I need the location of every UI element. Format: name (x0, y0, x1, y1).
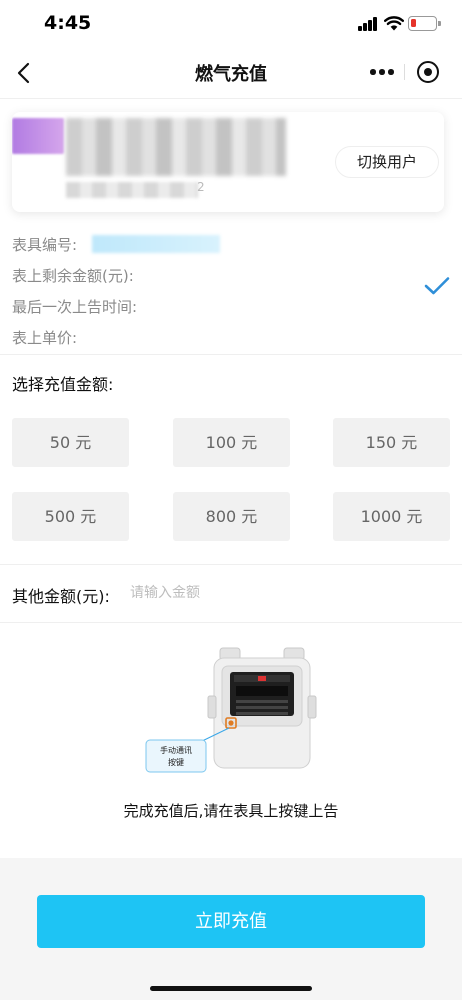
address-tail: 2 (197, 180, 205, 194)
amount-option-800[interactable]: 800 元 (173, 492, 290, 541)
divider (0, 622, 462, 623)
meter-id-label: 表具编号: (12, 236, 78, 254)
user-card: 2 切换用户 (12, 112, 444, 212)
status-bar: 4:45 (0, 0, 462, 48)
avatar (12, 118, 64, 154)
nav-divider (0, 98, 462, 99)
redacted-user-name (66, 118, 286, 176)
capsule-divider (404, 64, 405, 80)
remaining-amount-label: 表上剩余金额(元): (12, 267, 134, 285)
cellular-signal-icon (358, 17, 378, 31)
battery-tip (438, 21, 441, 26)
gas-meter-illustration: 手动通讯 按键 (145, 647, 317, 773)
wifi-icon (384, 16, 404, 31)
meter-info: 表具编号: 表上剩余金额(元): 最后一次上告时间: 表上单价: (12, 234, 432, 358)
report-instruction: 完成充值后,请在表具上按键上告 (123, 802, 339, 820)
amount-option-500[interactable]: 500 元 (12, 492, 129, 541)
amount-option-1000[interactable]: 1000 元 (333, 492, 450, 541)
meter-id-row: 表具编号: (12, 234, 432, 265)
divider (0, 564, 462, 565)
divider (0, 354, 462, 355)
miniprogram-capsule (360, 56, 448, 88)
other-amount-label: 其他金额(元): (12, 587, 110, 606)
last-report-row: 最后一次上告时间: (12, 296, 432, 327)
callout-text-1: 手动通讯 (160, 745, 192, 755)
switch-user-button[interactable]: 切换用户 (335, 146, 439, 178)
battery-level (411, 19, 416, 27)
close-miniprogram-icon[interactable] (417, 61, 439, 83)
home-indicator (150, 986, 312, 991)
amount-option-100[interactable]: 100 元 (173, 418, 290, 467)
more-dots-icon[interactable] (370, 69, 394, 75)
check-icon (424, 277, 450, 295)
redacted-user-address (66, 182, 198, 198)
remaining-amount-row: 表上剩余金额(元): (12, 265, 432, 296)
nav-bar: 燃气充值 (0, 48, 462, 98)
select-amount-label: 选择充值金额: (12, 375, 114, 394)
recharge-now-button[interactable]: 立即充值 (37, 895, 425, 948)
amount-option-150[interactable]: 150 元 (333, 418, 450, 467)
other-amount-input[interactable] (130, 580, 430, 606)
last-report-label: 最后一次上告时间: (12, 298, 138, 316)
redacted-meter-id (92, 235, 220, 253)
amount-option-50[interactable]: 50 元 (12, 418, 129, 467)
status-time: 4:45 (44, 12, 92, 34)
unit-price-label: 表上单价: (12, 329, 78, 347)
battery-icon (408, 16, 437, 31)
callout-text-2: 按键 (168, 757, 184, 767)
